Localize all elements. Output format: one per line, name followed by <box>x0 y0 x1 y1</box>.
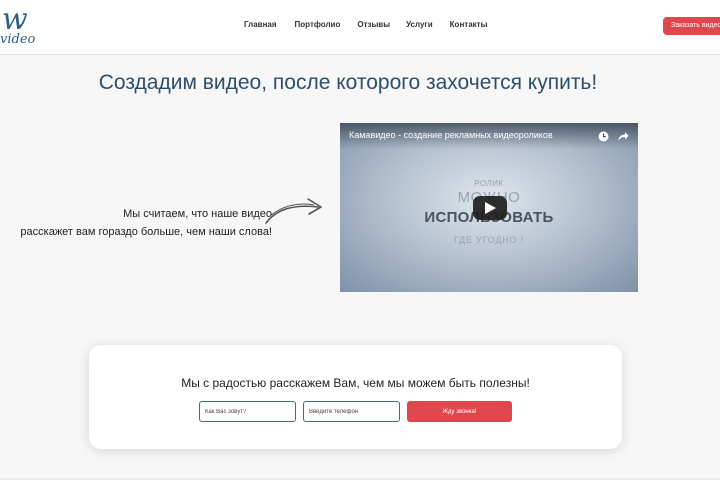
play-icon <box>485 202 496 214</box>
nav-item-contacts[interactable]: Контакты <box>450 20 488 29</box>
video-caption-1: РОЛИК <box>474 179 504 188</box>
clock-icon[interactable] <box>598 131 609 142</box>
phone-input[interactable] <box>303 401 400 422</box>
arrow-icon <box>265 198 322 224</box>
name-input[interactable] <box>199 401 296 422</box>
video-caption-4: ГДЕ УГОДНО ! <box>454 235 524 245</box>
claim-line-2: расскажет вам гораздо больше, чем наши с… <box>20 226 272 238</box>
logo-text: video <box>0 32 36 47</box>
order-video-button[interactable]: Заказать видео <box>663 17 720 35</box>
form-title: Мы с радостью расскажем Вам, чем мы може… <box>181 376 530 390</box>
video-player[interactable]: Камавидео - создание рекламных видеороли… <box>340 123 638 292</box>
page-headline: Создадим видео, после которого захочется… <box>98 71 598 94</box>
header: w video Главная Портфолио Отзывы Услуги … <box>0 0 720 55</box>
logo[interactable]: w video <box>0 2 56 52</box>
submit-button[interactable]: Жду звонка! <box>407 401 512 422</box>
nav-item-portfolio[interactable]: Портфолио <box>295 20 341 29</box>
callback-form: Мы с радостью расскажем Вам, чем мы може… <box>89 345 622 449</box>
video-title[interactable]: Камавидео - создание рекламных видеороли… <box>349 130 553 140</box>
play-button[interactable] <box>473 196 507 220</box>
main-nav: Главная Портфолио Отзывы Услуги Контакты <box>244 20 487 29</box>
nav-item-services[interactable]: Услуги <box>406 20 433 29</box>
nav-item-reviews[interactable]: Отзывы <box>357 20 390 29</box>
nav-item-home[interactable]: Главная <box>244 20 277 29</box>
claim-text: Мы считаем, что наше видео расскажет вам… <box>0 205 272 241</box>
claim-line-1: Мы считаем, что наше видео <box>123 208 272 220</box>
share-icon[interactable] <box>617 131 629 142</box>
